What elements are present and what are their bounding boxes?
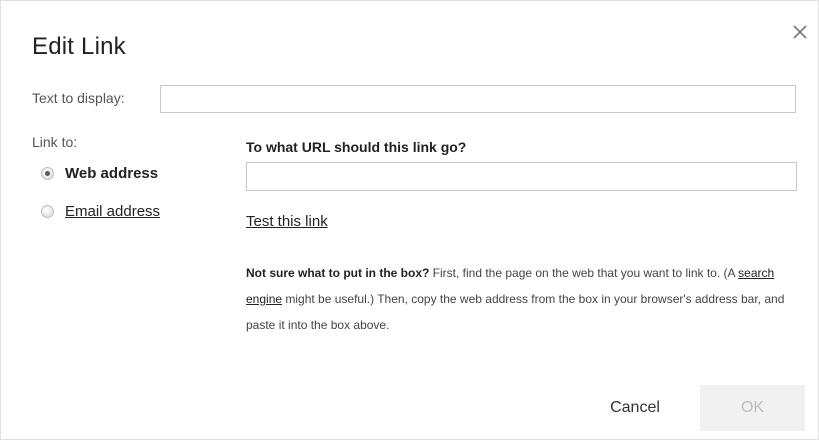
url-heading: To what URL should this link go? <box>246 139 467 155</box>
test-this-link[interactable]: Test this link <box>246 213 328 230</box>
radio-email-address[interactable]: Email address <box>41 200 160 222</box>
close-icon[interactable] <box>789 21 811 43</box>
ok-button[interactable]: OK <box>700 385 805 431</box>
cancel-button[interactable]: Cancel <box>590 385 680 431</box>
radio-web-address[interactable]: Web address <box>41 162 158 184</box>
help-text-part1: First, find the page on the web that you… <box>429 266 739 280</box>
url-input[interactable] <box>246 162 797 191</box>
email-address-label[interactable]: Email address <box>65 203 160 220</box>
dialog-title: Edit Link <box>32 33 126 60</box>
link-to-label: Link to: <box>32 134 78 150</box>
radio-unchecked-icon[interactable] <box>41 204 54 218</box>
radio-checked-icon[interactable] <box>41 166 54 180</box>
text-to-display-label: Text to display: <box>32 90 125 106</box>
text-to-display-input[interactable] <box>160 85 796 113</box>
edit-link-dialog: Edit Link Text to display: Link to: Web … <box>0 0 819 440</box>
help-text: Not sure what to put in the box? First, … <box>246 260 806 338</box>
help-text-part2: might be useful.) Then, copy the web add… <box>246 292 785 332</box>
web-address-label[interactable]: Web address <box>65 165 158 182</box>
help-bold: Not sure what to put in the box? <box>246 266 430 280</box>
